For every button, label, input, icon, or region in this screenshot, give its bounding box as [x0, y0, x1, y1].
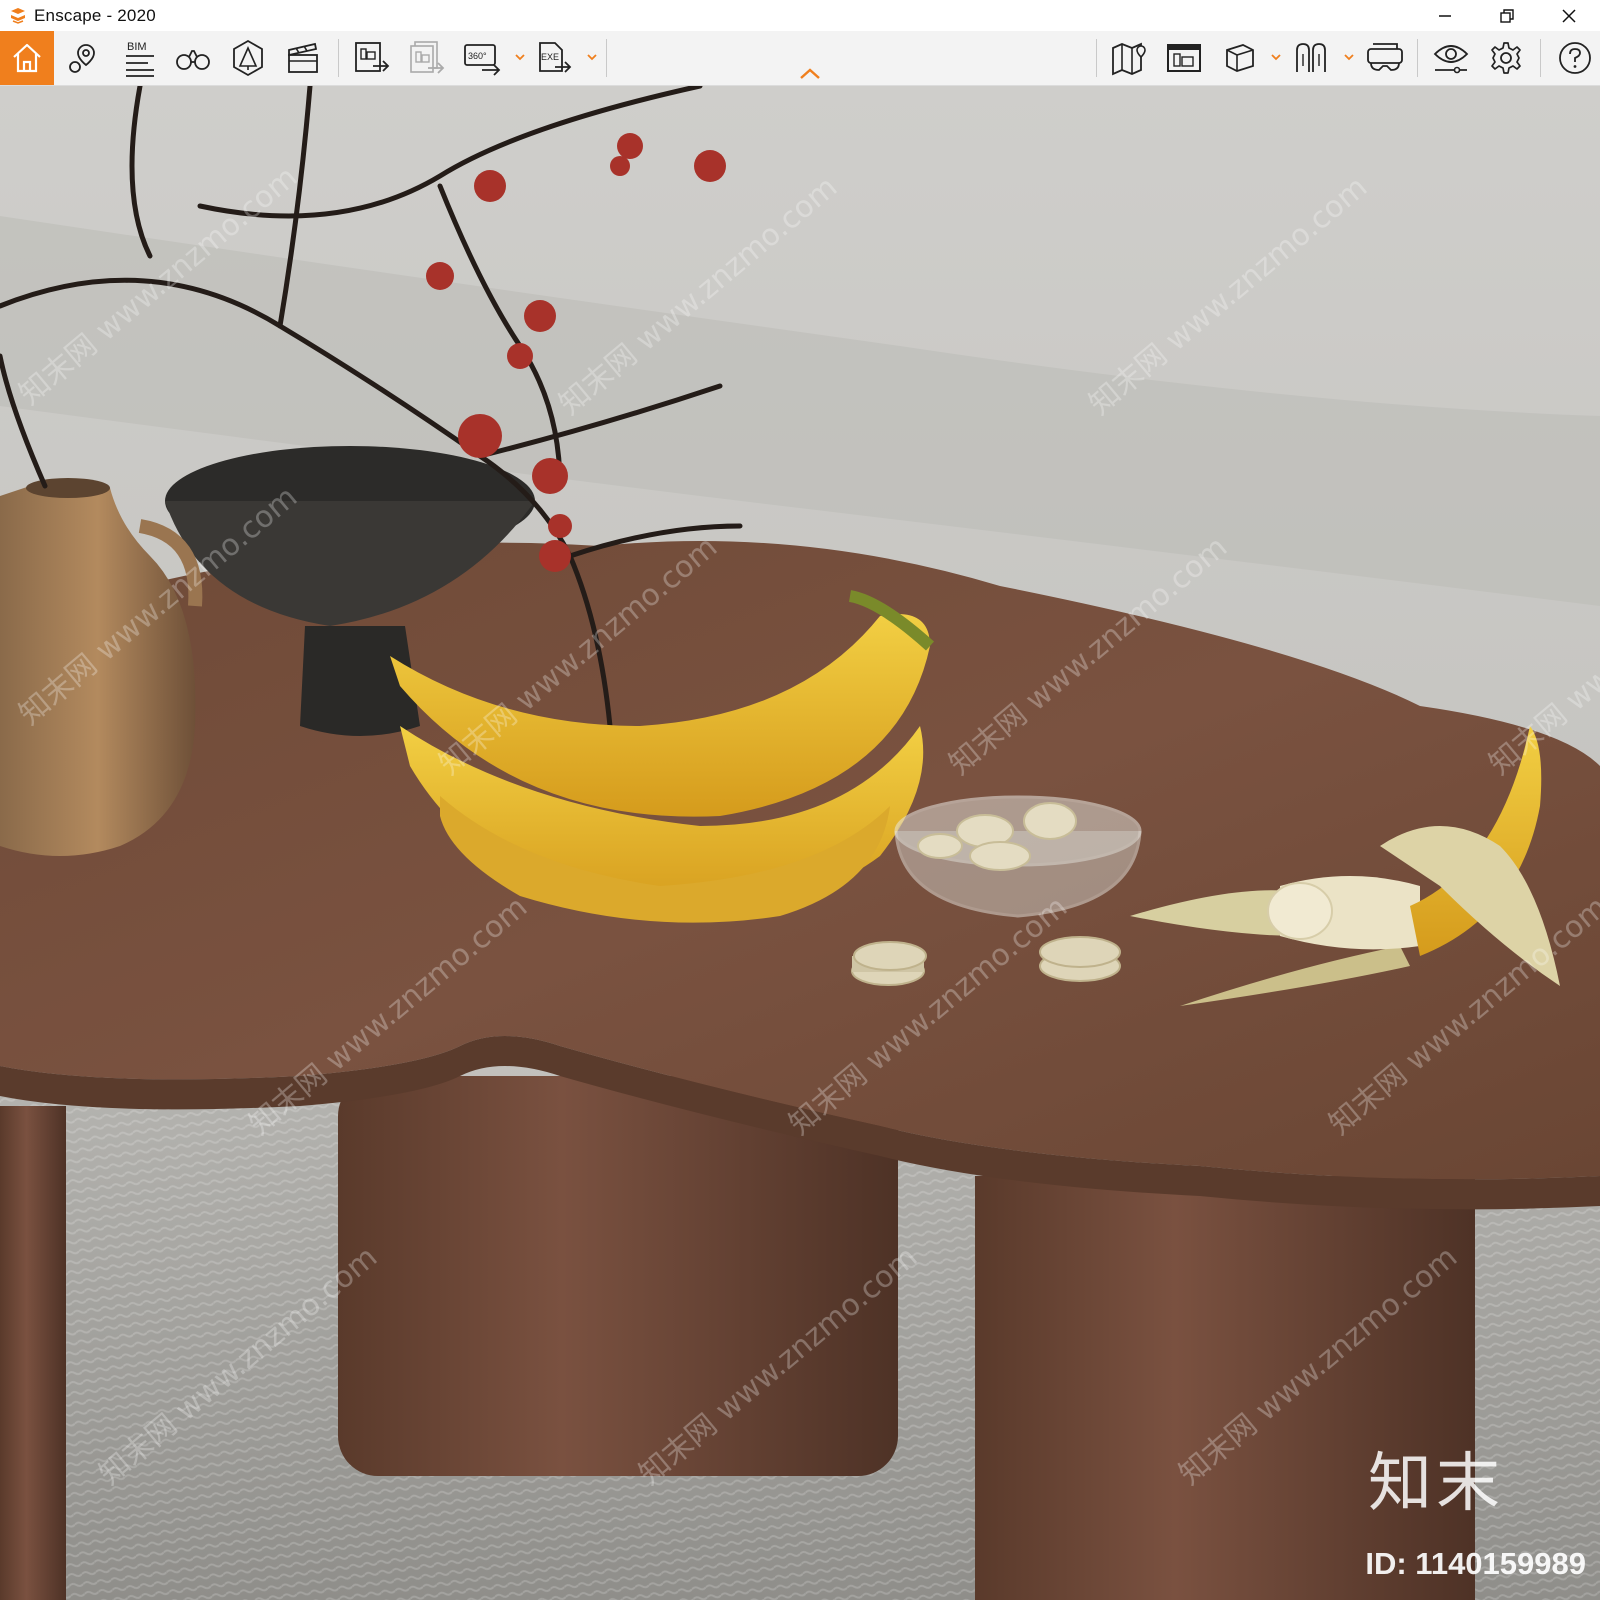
export-screenshot-button[interactable]	[345, 31, 399, 85]
collapse-toolbar-chevron-icon[interactable]	[798, 66, 822, 82]
home-icon	[13, 43, 41, 73]
views-button[interactable]	[166, 31, 220, 85]
asset-library-button[interactable]	[1157, 31, 1211, 85]
window-controls	[1414, 0, 1600, 31]
export-exe-label: EXE	[541, 52, 559, 62]
minimize-icon	[1439, 14, 1451, 17]
export-image-icon	[355, 42, 390, 72]
bim-info-icon: BIM	[126, 41, 154, 77]
binoculars-icon	[176, 50, 210, 70]
rendered-scene: 知末网 www.znzmo.com 知末网 www.znzmo.com 知末网 …	[0, 86, 1600, 1600]
section-dropdown-arrow-icon[interactable]	[1343, 51, 1355, 63]
export-exe-dropdown-arrow-icon[interactable]	[586, 51, 598, 63]
home-button[interactable]	[0, 31, 54, 85]
batch-render-icon	[410, 41, 445, 74]
help-button[interactable]	[1548, 31, 1600, 85]
vr-headset-icon	[1367, 43, 1403, 71]
eye-settings-icon	[1433, 45, 1469, 74]
atmosphere-button[interactable]	[221, 31, 275, 85]
export-360-label: 360°	[468, 51, 487, 61]
asset-library-icon	[1167, 44, 1201, 72]
help-icon	[1559, 42, 1591, 74]
brand-watermark: 知末	[1368, 1447, 1504, 1521]
orthographic-button[interactable]	[1212, 31, 1266, 85]
export-360-icon: 360°	[464, 44, 501, 76]
batch-render-button[interactable]	[400, 31, 454, 85]
window-title: Enscape - 2020	[34, 5, 156, 25]
clapperboard-icon	[288, 42, 318, 73]
map-button[interactable]	[1102, 31, 1156, 85]
location-button[interactable]	[56, 31, 110, 85]
visual-settings-button[interactable]	[1424, 31, 1478, 85]
export-exe-button[interactable]: EXE	[527, 31, 581, 85]
restore-button[interactable]	[1476, 0, 1538, 31]
toolbar-separator	[1096, 39, 1097, 77]
toolbar-separator	[338, 39, 339, 77]
close-icon	[1562, 8, 1576, 23]
image-id-label: ID: 1140159989	[1365, 1546, 1586, 1581]
toolbar-separator	[1540, 39, 1541, 77]
orthographic-dropdown-arrow-icon[interactable]	[1270, 51, 1282, 63]
close-button[interactable]	[1538, 0, 1600, 31]
title-bar: Enscape - 2020	[0, 0, 1600, 31]
toolbar-separator	[1417, 39, 1418, 77]
export-360-dropdown-arrow-icon[interactable]	[514, 51, 526, 63]
bim-button[interactable]: BIM	[111, 31, 165, 85]
gear-icon	[1491, 42, 1521, 74]
general-settings-button[interactable]	[1479, 31, 1533, 85]
vr-headset-button[interactable]	[1358, 31, 1412, 85]
cube-icon	[1226, 44, 1254, 72]
bim-label: BIM	[127, 41, 147, 53]
location-pin-icon	[69, 44, 95, 73]
section-button[interactable]	[1285, 31, 1339, 85]
export-360-button[interactable]: 360°	[455, 31, 509, 85]
minimize-button[interactable]	[1414, 0, 1476, 31]
enscape-logo-icon	[11, 7, 25, 24]
toolbar-separator	[606, 39, 607, 77]
section-icon	[1296, 43, 1326, 72]
restore-icon	[1500, 8, 1514, 23]
video-editor-button[interactable]	[276, 31, 330, 85]
enscape-toolbar: BIM 360° EXE	[0, 31, 1600, 86]
atmosphere-icon	[233, 39, 263, 77]
render-viewport[interactable]: 知末网 www.znzmo.com 知末网 www.znzmo.com 知末网 …	[0, 86, 1600, 1600]
map-icon	[1112, 42, 1146, 76]
export-exe-icon: EXE	[539, 42, 572, 73]
